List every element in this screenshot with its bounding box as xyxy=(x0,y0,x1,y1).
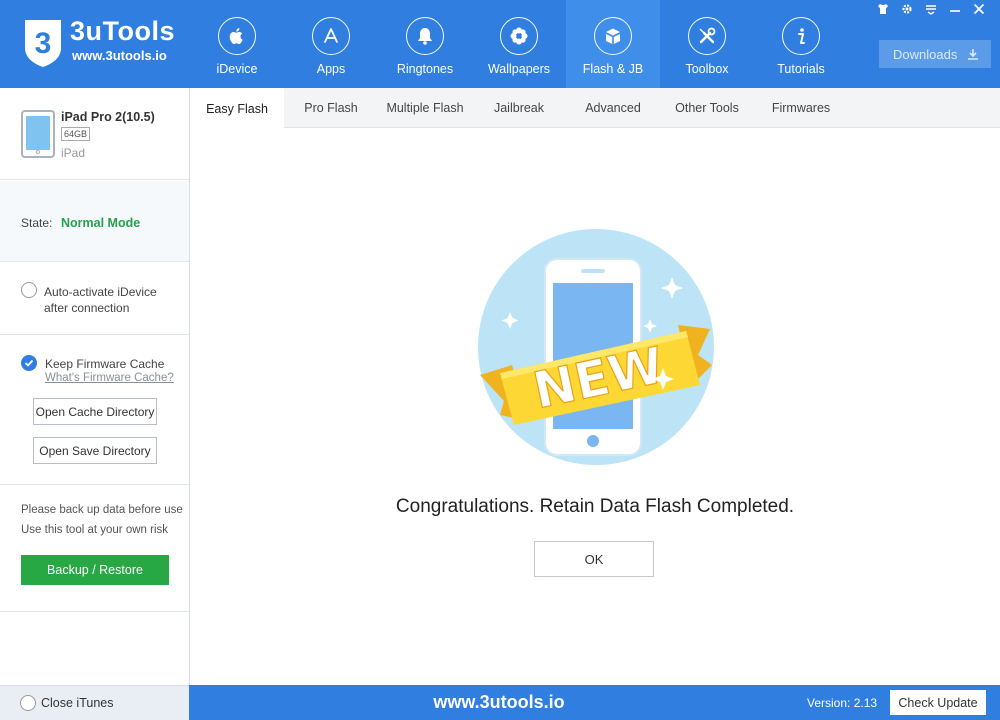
footer-url: www.3utools.io xyxy=(433,692,565,712)
keep-cache-label: Keep Firmware Cache xyxy=(45,357,165,371)
footer-itunes: Close iTunes xyxy=(0,685,189,720)
auto-activate-label: Auto-activate iDevice after connection xyxy=(44,284,174,316)
backup-warning-line1: Please back up data before use xyxy=(21,504,183,516)
nav-label: Wallpapers xyxy=(487,62,551,76)
nav-flash-jb[interactable]: Flash & JB xyxy=(566,0,660,88)
minimize-icon[interactable] xyxy=(946,3,964,19)
nav-apps[interactable]: Apps xyxy=(284,0,378,88)
tab-multiple-flash[interactable]: Multiple Flash xyxy=(378,88,472,128)
logo-digit: 3 xyxy=(35,27,52,60)
close-icon[interactable] xyxy=(970,3,988,19)
downloads-label: Downloads xyxy=(893,46,958,62)
device-name: iPad Pro 2(10.5) xyxy=(61,110,155,124)
tab-pro-flash[interactable]: Pro Flash xyxy=(284,88,378,128)
header-bar: 3 3uTools www.3utools.io iDevice Apps Ri… xyxy=(0,0,1000,88)
firmware-cache-help-link[interactable]: What's Firmware Cache? xyxy=(45,372,174,384)
state-value: Normal Mode xyxy=(61,216,141,230)
tools-icon xyxy=(688,17,726,55)
main-content: NEW Congratulations. Retain Data Flash C… xyxy=(190,129,1000,685)
close-itunes-label: Close iTunes xyxy=(41,696,114,710)
flash-complete-message: Congratulations. Retain Data Flash Compl… xyxy=(395,496,795,517)
tab-firmwares[interactable]: Firmwares xyxy=(754,88,848,128)
tab-advanced[interactable]: Advanced xyxy=(566,88,660,128)
auto-activate-option: Auto-activate iDevice after connection xyxy=(0,262,189,335)
backup-panel: Please back up data before use Use this … xyxy=(0,485,189,612)
nav-toolbox[interactable]: Toolbox xyxy=(660,0,754,88)
device-type: iPad xyxy=(61,146,86,160)
download-arrow-icon xyxy=(968,49,979,60)
open-save-directory-button[interactable]: Open Save Directory xyxy=(33,437,157,464)
appstore-icon xyxy=(312,17,350,55)
tab-other-tools[interactable]: Other Tools xyxy=(660,88,754,128)
state-label: State: xyxy=(21,216,53,230)
open-cache-directory-button[interactable]: Open Cache Directory xyxy=(33,398,157,425)
nav-tutorials[interactable]: Tutorials xyxy=(754,0,848,88)
nav-idevice[interactable]: iDevice xyxy=(190,0,284,88)
window-controls xyxy=(874,3,988,19)
backup-warning-line2: Use this tool at your own risk xyxy=(21,524,169,536)
info-icon xyxy=(782,17,820,55)
ok-button[interactable]: OK xyxy=(534,541,654,577)
nav-label: Toolbox xyxy=(685,62,729,76)
device-capacity: 64GB xyxy=(61,127,91,141)
nav-label: Tutorials xyxy=(777,62,825,76)
nav-ringtones[interactable]: Ringtones xyxy=(378,0,472,88)
tab-easy-flash[interactable]: Easy Flash xyxy=(190,88,284,129)
nav-label: Flash & JB xyxy=(582,62,644,76)
new-phone-illustration: NEW xyxy=(478,229,714,465)
check-icon xyxy=(24,359,34,367)
firmware-cache-panel: Keep Firmware Cache What's Firmware Cach… xyxy=(0,335,189,485)
device-card: iPad Pro 2(10.5) 64GB iPad xyxy=(0,88,189,180)
auto-activate-line1: Auto-activate iDevice xyxy=(44,285,157,299)
nav-label: Apps xyxy=(316,62,346,76)
backup-restore-button[interactable]: Backup / Restore xyxy=(21,555,169,585)
app-logo: 3 3uTools www.3utools.io xyxy=(22,16,192,72)
ipad-icon xyxy=(21,110,55,158)
app-name: 3uTools xyxy=(70,16,176,46)
bell-icon xyxy=(406,17,444,55)
menu-icon[interactable] xyxy=(922,3,940,19)
close-itunes-radio[interactable] xyxy=(20,695,36,711)
box-icon xyxy=(594,17,632,55)
logo-badge-icon: 3 xyxy=(25,20,61,67)
sidebar: iPad Pro 2(10.5) 64GB iPad State: Normal… xyxy=(0,88,190,685)
auto-activate-line2: after connection xyxy=(44,301,130,315)
check-update-button[interactable]: Check Update xyxy=(890,690,986,715)
app-url: www.3utools.io xyxy=(72,48,167,63)
tab-jailbreak[interactable]: Jailbreak xyxy=(472,88,566,128)
footer-bar: www.3utools.io Version: 2.13 Check Updat… xyxy=(189,685,1000,720)
nav-label: iDevice xyxy=(216,62,258,76)
apple-icon xyxy=(218,17,256,55)
version-label: Version: 2.13 xyxy=(807,696,878,710)
nav-wallpapers[interactable]: Wallpapers xyxy=(472,0,566,88)
keep-cache-checkbox[interactable] xyxy=(21,355,37,371)
shirt-icon[interactable] xyxy=(874,3,892,19)
auto-activate-radio[interactable] xyxy=(21,282,37,298)
downloads-button[interactable]: Downloads xyxy=(879,40,991,68)
main-nav: iDevice Apps Ringtones Wallpapers Flash … xyxy=(190,0,848,88)
state-panel: State: Normal Mode xyxy=(0,181,189,262)
flash-tabs: Easy Flash Pro Flash Multiple Flash Jail… xyxy=(190,88,1000,129)
gear-icon[interactable] xyxy=(898,3,916,19)
nav-label: Ringtones xyxy=(396,62,454,76)
flower-icon xyxy=(500,17,538,55)
